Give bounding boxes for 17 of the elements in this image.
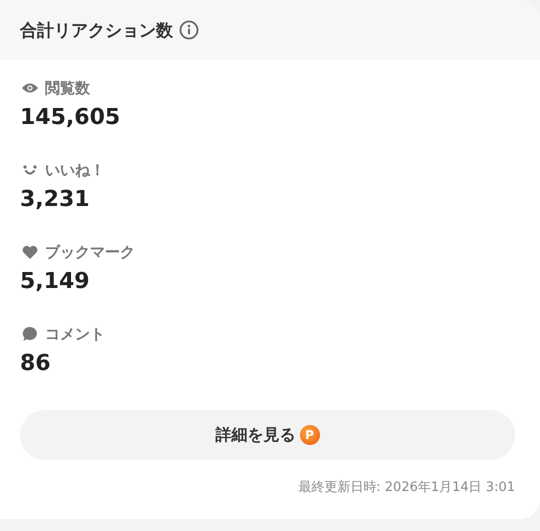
speech-bubble-icon	[22, 326, 38, 342]
metric-value: 145,605	[20, 104, 122, 132]
metric-label: ブックマーク	[45, 242, 135, 262]
metric-value: 86	[20, 350, 52, 378]
metric-value: 3,231	[20, 186, 91, 214]
eye-icon	[22, 82, 38, 94]
metric-value: 5,149	[20, 268, 91, 296]
point-coin-icon: P	[300, 425, 320, 445]
heart-icon	[22, 245, 38, 259]
last-updated-text: 最終更新日時: 2026年1月14日 3:01	[297, 479, 515, 496]
metric-label: 閲覧数	[45, 78, 90, 98]
card-title: 合計リアクション数	[20, 20, 173, 42]
smile-icon	[22, 164, 38, 176]
info-icon[interactable]	[179, 20, 199, 40]
details-button[interactable]: 詳細を見る P	[20, 410, 515, 460]
metric-label: いいね！	[45, 160, 105, 180]
metric-label: コメント	[45, 324, 105, 344]
